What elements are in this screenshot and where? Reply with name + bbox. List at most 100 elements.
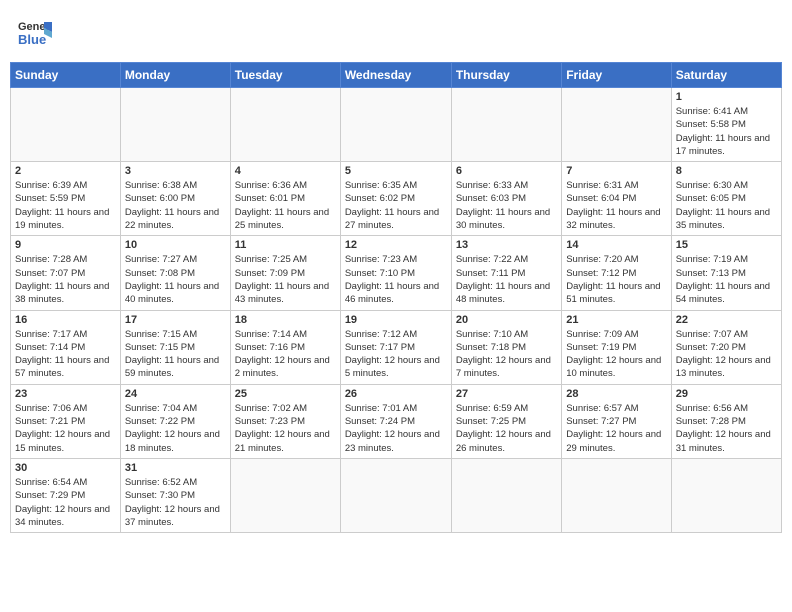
day-number: 2: [15, 165, 116, 177]
day-info: Sunrise: 7:01 AMSunset: 7:24 PMDaylight:…: [345, 402, 447, 455]
calendar-day: [340, 458, 451, 532]
day-number: 13: [456, 239, 557, 251]
calendar-day: [11, 88, 121, 162]
day-info: Sunrise: 7:23 AMSunset: 7:10 PMDaylight:…: [345, 253, 447, 306]
day-info: Sunrise: 7:20 AMSunset: 7:12 PMDaylight:…: [566, 253, 666, 306]
day-info: Sunrise: 7:17 AMSunset: 7:14 PMDaylight:…: [15, 328, 116, 381]
calendar-day: [562, 88, 671, 162]
day-number: 19: [345, 314, 447, 326]
day-number: 26: [345, 388, 447, 400]
day-number: 24: [125, 388, 226, 400]
day-number: 9: [15, 239, 116, 251]
calendar-body: 1 Sunrise: 6:41 AMSunset: 5:58 PMDaylight…: [11, 88, 782, 533]
calendar-day: 31Sunrise: 6:52 AMSunset: 7:30 PMDayligh…: [120, 458, 230, 532]
day-info: Sunrise: 7:14 AMSunset: 7:16 PMDaylight:…: [235, 328, 336, 381]
day-info: Sunrise: 7:25 AMSunset: 7:09 PMDaylight:…: [235, 253, 336, 306]
calendar-day: 23Sunrise: 7:06 AMSunset: 7:21 PMDayligh…: [11, 384, 121, 458]
calendar-day: 17 Sunrise: 7:15 AMSunset: 7:15 PMDayligh…: [120, 310, 230, 384]
calendar-day: [120, 88, 230, 162]
day-info: Sunrise: 7:22 AMSunset: 7:11 PMDaylight:…: [456, 253, 557, 306]
weekday-header-monday: Monday: [120, 63, 230, 88]
weekday-header-tuesday: Tuesday: [230, 63, 340, 88]
calendar-week-row: 9 Sunrise: 7:28 AMSunset: 7:07 PMDaylight…: [11, 236, 782, 310]
svg-text:Blue: Blue: [18, 32, 46, 47]
calendar-day: [230, 88, 340, 162]
calendar-day: 3 Sunrise: 6:38 AMSunset: 6:00 PMDaylight…: [120, 162, 230, 236]
logo: General Blue: [16, 14, 52, 50]
weekday-header-row: SundayMondayTuesdayWednesdayThursdayFrid…: [11, 63, 782, 88]
day-info: Sunrise: 7:02 AMSunset: 7:23 PMDaylight:…: [235, 402, 336, 455]
day-number: 4: [235, 165, 336, 177]
calendar-day: 16Sunrise: 7:17 AMSunset: 7:14 PMDayligh…: [11, 310, 121, 384]
calendar-day: 13 Sunrise: 7:22 AMSunset: 7:11 PMDayligh…: [451, 236, 561, 310]
day-number: 3: [125, 165, 226, 177]
calendar-week-row: 2 Sunrise: 6:39 AMSunset: 5:59 PMDaylight…: [11, 162, 782, 236]
day-number: 17: [125, 314, 226, 326]
day-info: Sunrise: 7:28 AMSunset: 7:07 PMDaylight:…: [15, 253, 116, 306]
day-info: Sunrise: 6:33 AMSunset: 6:03 PMDaylight:…: [456, 179, 557, 232]
header: General Blue: [10, 10, 782, 54]
calendar-day: [340, 88, 451, 162]
day-number: 29: [676, 388, 777, 400]
calendar-week-row: 1 Sunrise: 6:41 AMSunset: 5:58 PMDaylight…: [11, 88, 782, 162]
calendar-header: SundayMondayTuesdayWednesdayThursdayFrid…: [11, 63, 782, 88]
day-number: 7: [566, 165, 666, 177]
day-info: Sunrise: 7:10 AMSunset: 7:18 PMDaylight:…: [456, 328, 557, 381]
day-number: 10: [125, 239, 226, 251]
calendar-day: 12Sunrise: 7:23 AMSunset: 7:10 PMDayligh…: [340, 236, 451, 310]
calendar-day: 29 Sunrise: 6:56 AMSunset: 7:28 PMDayligh…: [671, 384, 781, 458]
weekday-header-sunday: Sunday: [11, 63, 121, 88]
calendar-day: 22 Sunrise: 7:07 AMSunset: 7:20 PMDayligh…: [671, 310, 781, 384]
day-info: Sunrise: 6:59 AMSunset: 7:25 PMDaylight:…: [456, 402, 557, 455]
day-info: Sunrise: 6:38 AMSunset: 6:00 PMDaylight:…: [125, 179, 226, 232]
day-info: Sunrise: 6:57 AMSunset: 7:27 PMDaylight:…: [566, 402, 666, 455]
calendar-day: 20Sunrise: 7:10 AMSunset: 7:18 PMDayligh…: [451, 310, 561, 384]
day-number: 22: [676, 314, 777, 326]
calendar-day: 25Sunrise: 7:02 AMSunset: 7:23 PMDayligh…: [230, 384, 340, 458]
day-number: 23: [15, 388, 116, 400]
day-info: Sunrise: 7:15 AMSunset: 7:15 PMDaylight:…: [125, 328, 226, 381]
day-info: Sunrise: 6:36 AMSunset: 6:01 PMDaylight:…: [235, 179, 336, 232]
weekday-header-thursday: Thursday: [451, 63, 561, 88]
day-number: 8: [676, 165, 777, 177]
calendar-day: 1 Sunrise: 6:41 AMSunset: 5:58 PMDaylight…: [671, 88, 781, 162]
calendar-day: 5Sunrise: 6:35 AMSunset: 6:02 PMDaylight…: [340, 162, 451, 236]
day-info: Sunrise: 6:52 AMSunset: 7:30 PMDaylight:…: [125, 476, 226, 529]
weekday-header-wednesday: Wednesday: [340, 63, 451, 88]
calendar-day: [230, 458, 340, 532]
day-info: Sunrise: 7:27 AMSunset: 7:08 PMDaylight:…: [125, 253, 226, 306]
day-info: Sunrise: 6:39 AMSunset: 5:59 PMDaylight:…: [15, 179, 116, 232]
day-info: Sunrise: 6:31 AMSunset: 6:04 PMDaylight:…: [566, 179, 666, 232]
calendar-week-row: 23Sunrise: 7:06 AMSunset: 7:21 PMDayligh…: [11, 384, 782, 458]
day-info: Sunrise: 7:07 AMSunset: 7:20 PMDaylight:…: [676, 328, 777, 381]
calendar-day: 27 Sunrise: 6:59 AMSunset: 7:25 PMDayligh…: [451, 384, 561, 458]
calendar-day: 8Sunrise: 6:30 AMSunset: 6:05 PMDaylight…: [671, 162, 781, 236]
day-number: 28: [566, 388, 666, 400]
calendar-day: [671, 458, 781, 532]
day-number: 27: [456, 388, 557, 400]
calendar-day: 26 Sunrise: 7:01 AMSunset: 7:24 PMDayligh…: [340, 384, 451, 458]
calendar-table: SundayMondayTuesdayWednesdayThursdayFrid…: [10, 62, 782, 533]
calendar-day: 11Sunrise: 7:25 AMSunset: 7:09 PMDayligh…: [230, 236, 340, 310]
calendar-day: 9 Sunrise: 7:28 AMSunset: 7:07 PMDaylight…: [11, 236, 121, 310]
day-number: 15: [676, 239, 777, 251]
calendar-day: 7 Sunrise: 6:31 AMSunset: 6:04 PMDaylight…: [562, 162, 671, 236]
calendar-day: 30Sunrise: 6:54 AMSunset: 7:29 PMDayligh…: [11, 458, 121, 532]
calendar-day: 19Sunrise: 7:12 AMSunset: 7:17 PMDayligh…: [340, 310, 451, 384]
day-number: 1: [676, 91, 777, 103]
weekday-header-saturday: Saturday: [671, 63, 781, 88]
calendar-day: [451, 88, 561, 162]
day-info: Sunrise: 6:35 AMSunset: 6:02 PMDaylight:…: [345, 179, 447, 232]
day-info: Sunrise: 6:41 AMSunset: 5:58 PMDaylight:…: [676, 105, 777, 158]
day-info: Sunrise: 6:56 AMSunset: 7:28 PMDaylight:…: [676, 402, 777, 455]
day-info: Sunrise: 7:19 AMSunset: 7:13 PMDaylight:…: [676, 253, 777, 306]
calendar-day: [451, 458, 561, 532]
calendar-day: 4 Sunrise: 6:36 AMSunset: 6:01 PMDaylight…: [230, 162, 340, 236]
day-info: Sunrise: 7:09 AMSunset: 7:19 PMDaylight:…: [566, 328, 666, 381]
day-number: 6: [456, 165, 557, 177]
calendar-day: 18Sunrise: 7:14 AMSunset: 7:16 PMDayligh…: [230, 310, 340, 384]
calendar-day: 15 Sunrise: 7:19 AMSunset: 7:13 PMDayligh…: [671, 236, 781, 310]
calendar-day: 24 Sunrise: 7:04 AMSunset: 7:22 PMDayligh…: [120, 384, 230, 458]
day-info: Sunrise: 7:04 AMSunset: 7:22 PMDaylight:…: [125, 402, 226, 455]
weekday-header-friday: Friday: [562, 63, 671, 88]
